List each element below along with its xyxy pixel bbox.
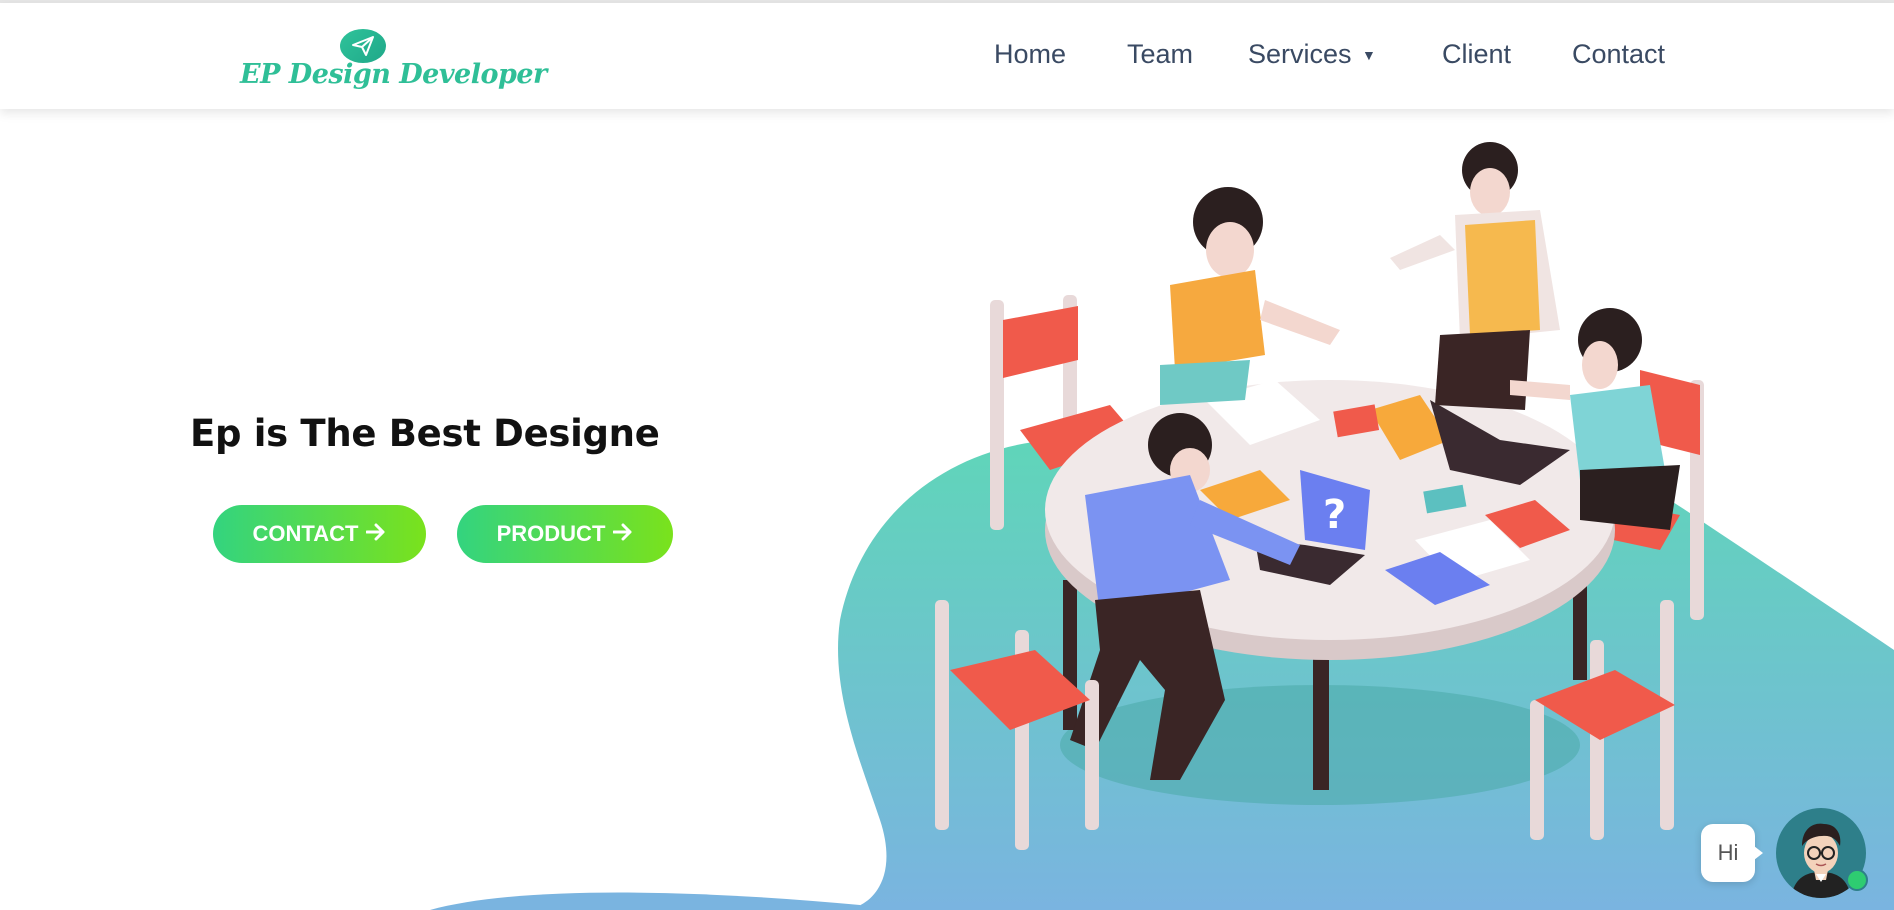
nav-client[interactable]: Client: [1442, 39, 1511, 70]
arrow-right-icon: [365, 521, 386, 547]
person-standing: [1390, 142, 1560, 410]
contact-button[interactable]: CONTACT: [213, 505, 426, 563]
contact-button-label: CONTACT: [252, 521, 359, 546]
product-button-label: PRODUCT: [496, 521, 606, 546]
person-orange: [1160, 187, 1340, 405]
chat-greeting-bubble[interactable]: Hi: [1701, 824, 1763, 882]
nav-services[interactable]: Services: [1248, 39, 1352, 70]
brand-logo[interactable]: EP Design Developer: [238, 29, 547, 99]
brand-name: EP Design Developer: [240, 59, 547, 90]
nav-team[interactable]: Team: [1127, 39, 1193, 70]
nav-contact[interactable]: Contact: [1572, 39, 1665, 70]
product-button[interactable]: PRODUCT: [457, 505, 673, 563]
background-blob-bottom: [430, 892, 860, 910]
hero-illustration: ?: [430, 142, 1894, 910]
online-status-dot: [1846, 869, 1868, 891]
caret-down-icon[interactable]: ▼: [1362, 47, 1376, 63]
hero-title: Ep is The Best Designe: [190, 412, 660, 455]
svg-text:?: ?: [1323, 492, 1346, 538]
arrow-right-icon: [612, 521, 633, 547]
paper-plane-icon: [340, 29, 386, 63]
site-header: EP Design Developer Home Team Services ▼…: [0, 3, 1894, 109]
nav-home[interactable]: Home: [994, 39, 1066, 70]
